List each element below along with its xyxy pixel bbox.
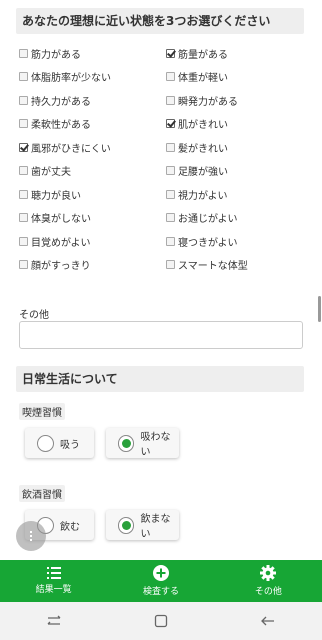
- scrollbar-thumb[interactable]: [318, 296, 321, 322]
- checkbox-option[interactable]: 歯が丈夫: [19, 162, 71, 180]
- checkbox-label: 持久力がある: [31, 96, 91, 108]
- checkbox-label: 柔軟性がある: [31, 120, 91, 131]
- list-icon: [46, 567, 61, 579]
- system-nav-bar: [0, 602, 322, 640]
- bottom-nav: 結果一覧 検査する その他: [0, 560, 322, 602]
- radio-smoke-yes[interactable]: 吸う: [25, 428, 94, 458]
- radio-label: 吸う: [60, 439, 80, 451]
- checkbox-label: 肌がきれい: [178, 120, 228, 131]
- checkbox-option[interactable]: 筋量がある: [166, 44, 228, 62]
- checkbox[interactable]: [19, 189, 28, 199]
- checkbox[interactable]: [166, 72, 175, 81]
- checkbox-label: 筋力がある: [31, 49, 81, 61]
- checkbox-option[interactable]: お通じがよい: [166, 209, 238, 227]
- nav-results-list[interactable]: 結果一覧: [0, 560, 107, 602]
- drinking-label: 飲酒習慣: [19, 485, 65, 502]
- checkbox-option[interactable]: 体脂肪率が少ない: [19, 68, 111, 86]
- radio-circle: [118, 434, 135, 452]
- checkbox-label: スマートな体型: [178, 261, 248, 272]
- checkbox-option[interactable]: 視力がよい: [166, 185, 228, 203]
- back-icon[interactable]: [260, 615, 276, 627]
- checkbox-label: 体重が軽い: [178, 73, 228, 84]
- checkbox[interactable]: [166, 189, 175, 199]
- checkbox[interactable]: [19, 119, 28, 128]
- checkbox[interactable]: [19, 260, 28, 269]
- radio-label: 飲む: [60, 521, 80, 533]
- checkbox-option[interactable]: 柔軟性がある: [19, 115, 91, 133]
- radio-circle: [118, 516, 135, 534]
- more-vert-icon: [30, 530, 32, 542]
- radio-smoke-no[interactable]: 吸わない: [106, 428, 179, 458]
- checkbox[interactable]: [19, 95, 28, 105]
- checkbox-label: 体臭がしない: [31, 214, 91, 225]
- checkbox-option[interactable]: 肌がきれい: [166, 115, 228, 133]
- gear-icon: [260, 565, 277, 581]
- checkbox-option[interactable]: 体臭がしない: [19, 209, 91, 227]
- checkbox-option[interactable]: 聴力が良い: [19, 185, 81, 203]
- checkbox-option[interactable]: 瞬発力がある: [166, 91, 238, 109]
- checkbox[interactable]: [166, 119, 175, 128]
- checkbox-option[interactable]: スマートな体型: [166, 256, 248, 274]
- nav-test[interactable]: 検査する: [107, 560, 214, 602]
- main-content: あなたの理想に近い状態を3つお選びください 筋力がある 筋量がある体脂肪率が少ない…: [0, 0, 322, 560]
- other-label: その他: [19, 310, 49, 321]
- nav-other[interactable]: その他: [215, 560, 322, 602]
- checkbox[interactable]: [166, 213, 175, 222]
- checkbox-option[interactable]: 寝つきがよい: [166, 232, 238, 250]
- checkbox-label: 歯が丈夫: [31, 167, 71, 178]
- checkbox[interactable]: [19, 236, 28, 246]
- smoking-label: 喫煙習慣: [19, 403, 65, 420]
- checkbox-label: 足腰が強い: [178, 167, 228, 178]
- checkbox[interactable]: [166, 142, 175, 152]
- checkbox[interactable]: [19, 142, 28, 152]
- checkbox-label: 髪がきれい: [178, 143, 228, 155]
- checkbox-label: 体脂肪率が少ない: [31, 73, 111, 84]
- checkbox-label: お通じがよい: [178, 214, 238, 225]
- home-icon[interactable]: [154, 614, 168, 628]
- checkbox[interactable]: [19, 166, 28, 175]
- checkbox-option[interactable]: 風邪がひきにくい: [19, 138, 111, 156]
- checkbox-option[interactable]: 髪がきれい: [166, 138, 228, 156]
- plus-circle-icon: [152, 565, 169, 581]
- checkbox-label: 目覚めがよい: [31, 237, 91, 249]
- checkbox-label: 顔がすっきり: [31, 261, 91, 272]
- checkbox[interactable]: [19, 48, 28, 58]
- section-header-daily-life: 日常生活について: [16, 366, 304, 392]
- nav-label: 検査する: [142, 587, 179, 597]
- radio-label: 飲まない: [140, 514, 171, 540]
- checkbox-label: 筋量がある: [178, 49, 228, 61]
- checkbox-option[interactable]: 筋力がある: [19, 44, 81, 62]
- recent-apps-icon[interactable]: [46, 615, 62, 627]
- checkbox[interactable]: [166, 166, 175, 175]
- checkbox-label: 寝つきがよい: [178, 237, 238, 249]
- checkbox[interactable]: [166, 48, 175, 58]
- radio-circle: [37, 434, 54, 452]
- checkbox[interactable]: [166, 260, 175, 269]
- checkbox[interactable]: [166, 95, 175, 105]
- checkbox-option[interactable]: 足腰が強い: [166, 162, 228, 180]
- radio-drink-no[interactable]: 飲まない: [106, 510, 179, 540]
- checkbox[interactable]: [19, 213, 28, 222]
- checkbox-option[interactable]: 持久力がある: [19, 91, 91, 109]
- other-input[interactable]: [19, 321, 303, 349]
- checkbox-label: 聴力が良い: [31, 190, 81, 202]
- checkbox-label: 瞬発力がある: [178, 96, 238, 108]
- checkbox[interactable]: [19, 72, 28, 81]
- nav-label: その他: [254, 587, 282, 597]
- checkbox-label: 風邪がひきにくい: [31, 143, 111, 155]
- checkbox-option[interactable]: 目覚めがよい: [19, 232, 91, 250]
- checkbox-option[interactable]: 体重が軽い: [166, 68, 228, 86]
- checkbox-option[interactable]: 顔がすっきり: [19, 256, 91, 274]
- more-options-fab[interactable]: [16, 521, 46, 551]
- section-header-ideal-state: あなたの理想に近い状態を3つお選びください: [16, 8, 304, 34]
- radio-label: 吸わない: [140, 432, 171, 458]
- checkbox-label: 視力がよい: [178, 190, 228, 202]
- checkbox[interactable]: [166, 236, 175, 246]
- nav-label: 結果一覧: [35, 585, 72, 595]
